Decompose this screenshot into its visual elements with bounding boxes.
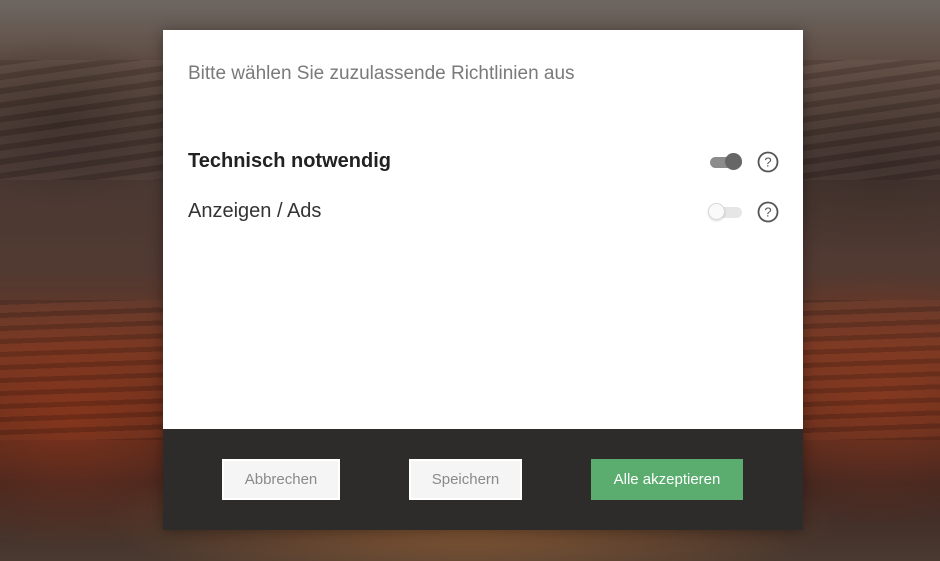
svg-text:?: ? — [764, 205, 771, 220]
policy-label: Anzeigen / Ads — [188, 200, 322, 222]
policy-toggle-technical[interactable] — [710, 153, 742, 171]
consent-dialog: Bitte wählen Sie zuzulassende Richtlinie… — [163, 30, 803, 530]
toggle-knob — [708, 203, 725, 220]
dialog-footer: Abbrechen Speichern Alle akzeptieren — [163, 429, 803, 530]
svg-text:?: ? — [764, 155, 771, 170]
cancel-button[interactable]: Abbrechen — [222, 459, 340, 500]
toggle-knob — [725, 153, 742, 170]
policy-row-technical: Technisch notwendig ? — [188, 147, 779, 177]
accept-all-button[interactable]: Alle akzeptieren — [591, 459, 743, 500]
policy-label: Technisch notwendig — [188, 150, 391, 172]
save-button[interactable]: Speichern — [409, 459, 522, 500]
dialog-title: Bitte wählen Sie zuzulassende Richtlinie… — [188, 63, 575, 84]
question-circle-icon[interactable]: ? — [757, 151, 779, 173]
policy-row-ads: Anzeigen / Ads ? — [188, 197, 779, 227]
question-circle-icon[interactable]: ? — [757, 201, 779, 223]
policy-toggle-ads[interactable] — [708, 203, 742, 221]
